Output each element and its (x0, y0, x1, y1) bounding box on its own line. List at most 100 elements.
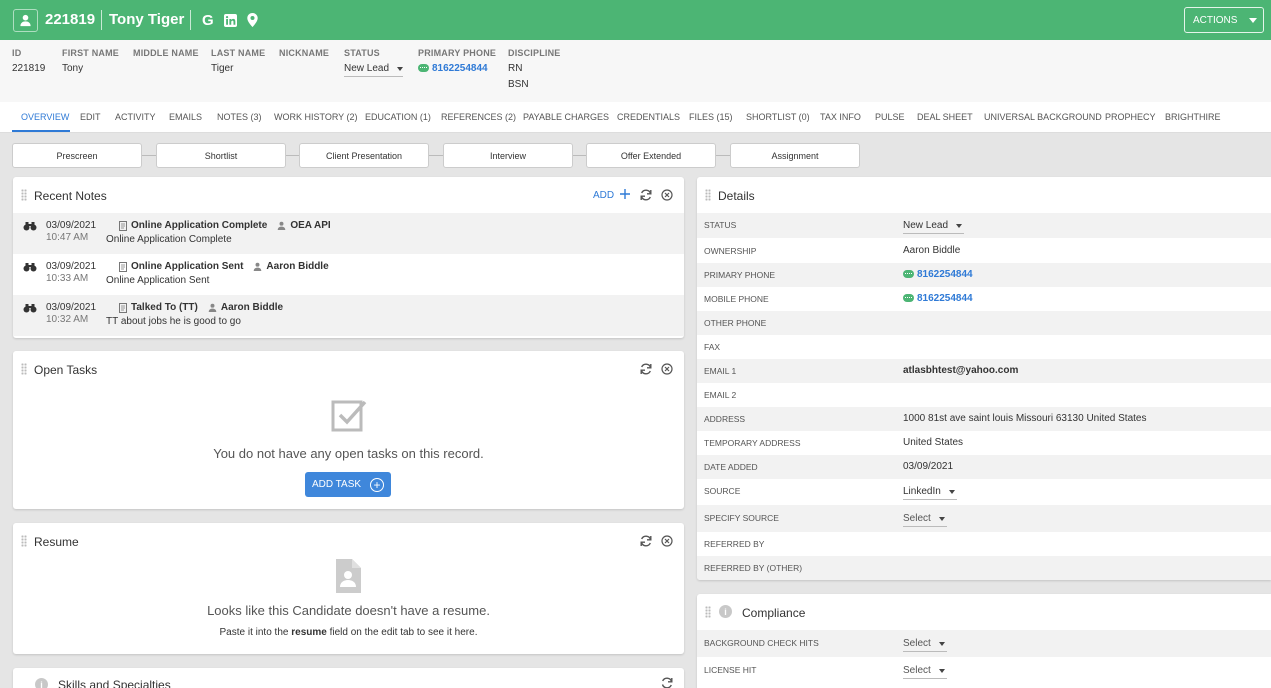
primary-phone-link[interactable]: 8162254844 (432, 63, 488, 74)
google-search-icon[interactable]: G (202, 12, 214, 29)
field-label: LAST NAME (211, 48, 266, 58)
refresh-icon[interactable] (639, 188, 653, 202)
tab-tax-info[interactable]: TAX INFO (820, 112, 861, 122)
tab-activity[interactable]: ACTIVITY (115, 112, 156, 122)
record-avatar-button[interactable] (13, 9, 38, 32)
tab-deal-sheet[interactable]: DEAL SHEET (917, 112, 973, 122)
header-divider (101, 10, 102, 30)
detail-label: SOURCE (704, 486, 741, 496)
note-row[interactable]: 03/09/2021 10:32 AM Talked To (TT) Aaron… (13, 295, 684, 336)
note-type: Online Application Sent (131, 261, 244, 272)
close-circle-icon[interactable] (660, 534, 674, 548)
detail-label: STATUS (704, 220, 737, 230)
tab-notes[interactable]: NOTES (3) (217, 112, 262, 122)
detail-row-fax: FAX (697, 335, 1271, 359)
license-hit-select[interactable]: Select (903, 665, 947, 679)
compliance-row-license-hit: LICENSE HIT Select (697, 657, 1271, 684)
note-user: Aaron Biddle (220, 302, 284, 313)
tab-overview[interactable]: OVERVIEW (21, 112, 69, 122)
tab-work-history[interactable]: WORK HISTORY (2) (274, 112, 358, 122)
note-text: Online Application Sent (106, 275, 210, 286)
drag-handle-icon[interactable] (705, 606, 711, 618)
tab-emails[interactable]: EMAILS (169, 112, 202, 122)
tab-prophecy[interactable]: PROPHECY (1105, 112, 1156, 122)
map-pin-icon[interactable] (247, 12, 258, 28)
detail-row-email-1: EMAIL 1 atlasbhtest@yahoo.com (697, 359, 1271, 383)
tab-brighthire[interactable]: BRIGHTHIRE (1165, 112, 1221, 122)
email-link[interactable]: atlasbhtest@yahoo.com (903, 365, 1018, 376)
tab-credentials[interactable]: CREDENTIALS (617, 112, 680, 122)
close-circle-icon[interactable] (660, 188, 674, 202)
stage-connector (286, 155, 300, 156)
document-icon (119, 261, 127, 272)
stage-shortlist[interactable]: Shortlist (156, 143, 286, 168)
detail-label: LICENSE HIT (704, 665, 757, 675)
stage-interview[interactable]: Interview (443, 143, 573, 168)
source-select[interactable]: LinkedIn (903, 486, 957, 500)
drag-handle-icon[interactable] (21, 535, 27, 547)
drag-handle-icon[interactable] (21, 189, 27, 201)
detail-row-primary-phone: PRIMARY PHONE 8162254844 (697, 263, 1271, 287)
add-task-button[interactable]: ADD TASK + (305, 472, 391, 497)
linkedin-icon[interactable] (224, 12, 237, 28)
note-row[interactable]: 03/09/2021 10:47 AM Online Application C… (13, 213, 684, 254)
field-label: DISCIPLINE (508, 48, 561, 58)
detail-label: OWNERSHIP (704, 246, 757, 256)
add-note-button[interactable]: ADD (593, 190, 614, 201)
info-icon[interactable]: i (35, 678, 48, 688)
stage-prescreen[interactable]: Prescreen (12, 143, 142, 168)
refresh-icon[interactable] (639, 362, 653, 376)
note-date: 03/09/2021 (46, 220, 97, 231)
detail-row-status: STATUS New Lead (697, 213, 1271, 238)
tab-pulse[interactable]: PULSE (875, 112, 905, 122)
plus-icon[interactable] (618, 187, 632, 201)
person-icon (278, 221, 286, 230)
summary-middle-name: MIDDLE NAME (133, 48, 199, 63)
person-icon (208, 303, 217, 312)
detail-label: EMAIL 2 (704, 390, 737, 400)
close-circle-icon[interactable] (660, 362, 674, 376)
actions-dropdown-button[interactable]: ACTIONS (1184, 7, 1264, 33)
status-select[interactable]: New Lead (903, 220, 965, 234)
actions-label: ACTIONS (1193, 14, 1238, 26)
tab-universal-background[interactable]: UNIVERSAL BACKGROUND (984, 112, 1102, 122)
detail-label: SPECIFY SOURCE (704, 513, 779, 523)
tab-shortlist[interactable]: SHORTLIST (0) (746, 112, 810, 122)
stage-assignment[interactable]: Assignment (730, 143, 860, 168)
primary-phone-link[interactable]: 8162254844 (917, 269, 973, 280)
compliance-panel: i Compliance BACKGROUND CHECK HITS Selec… (697, 594, 1271, 688)
refresh-icon[interactable] (639, 534, 653, 548)
detail-row-referred-by-other: REFERRED BY (OTHER) (697, 556, 1271, 580)
tab-files[interactable]: FILES (15) (689, 112, 733, 122)
detail-row-date-added: DATE ADDED 03/09/2021 (697, 455, 1271, 479)
stage-offer-extended[interactable]: Offer Extended (586, 143, 716, 168)
mobile-phone-link[interactable]: 8162254844 (917, 293, 973, 304)
field-value: Tiger (211, 63, 234, 74)
summary-bar: ID 221819 FIRST NAME Tony MIDDLE NAME LA… (0, 40, 1271, 102)
field-label: PRIMARY PHONE (418, 48, 497, 58)
status-select[interactable]: New Lead (344, 63, 404, 77)
note-text: Online Application Complete (106, 234, 232, 245)
detail-value: Aaron Biddle (903, 245, 961, 256)
tab-payable-charges[interactable]: PAYABLE CHARGES (523, 112, 609, 122)
detail-label: REFERRED BY (704, 539, 765, 549)
info-icon[interactable]: i (719, 605, 732, 618)
tab-references[interactable]: REFERENCES (2) (441, 112, 516, 122)
note-text: TT about jobs he is good to go (106, 316, 241, 327)
drag-handle-icon[interactable] (21, 363, 27, 375)
sms-icon[interactable] (903, 270, 914, 279)
note-row[interactable]: 03/09/2021 10:33 AM Online Application S… (13, 254, 684, 295)
sms-icon[interactable] (418, 64, 429, 73)
stage-client-presentation[interactable]: Client Presentation (299, 143, 429, 168)
drag-handle-icon[interactable] (705, 189, 711, 201)
detail-label: EMAIL 1 (704, 366, 737, 376)
specify-source-select[interactable]: Select (903, 513, 947, 527)
background-check-select[interactable]: Select (903, 638, 947, 652)
compliance-row-background-check: BACKGROUND CHECK HITS Select (697, 630, 1271, 657)
refresh-icon[interactable] (660, 676, 674, 688)
tab-edit[interactable]: EDIT (80, 112, 101, 122)
tab-education[interactable]: EDUCATION (1) (365, 112, 431, 122)
sms-icon[interactable] (903, 294, 914, 303)
detail-label: FAX (704, 342, 721, 352)
detail-label: REFERRED BY (OTHER) (704, 563, 803, 573)
